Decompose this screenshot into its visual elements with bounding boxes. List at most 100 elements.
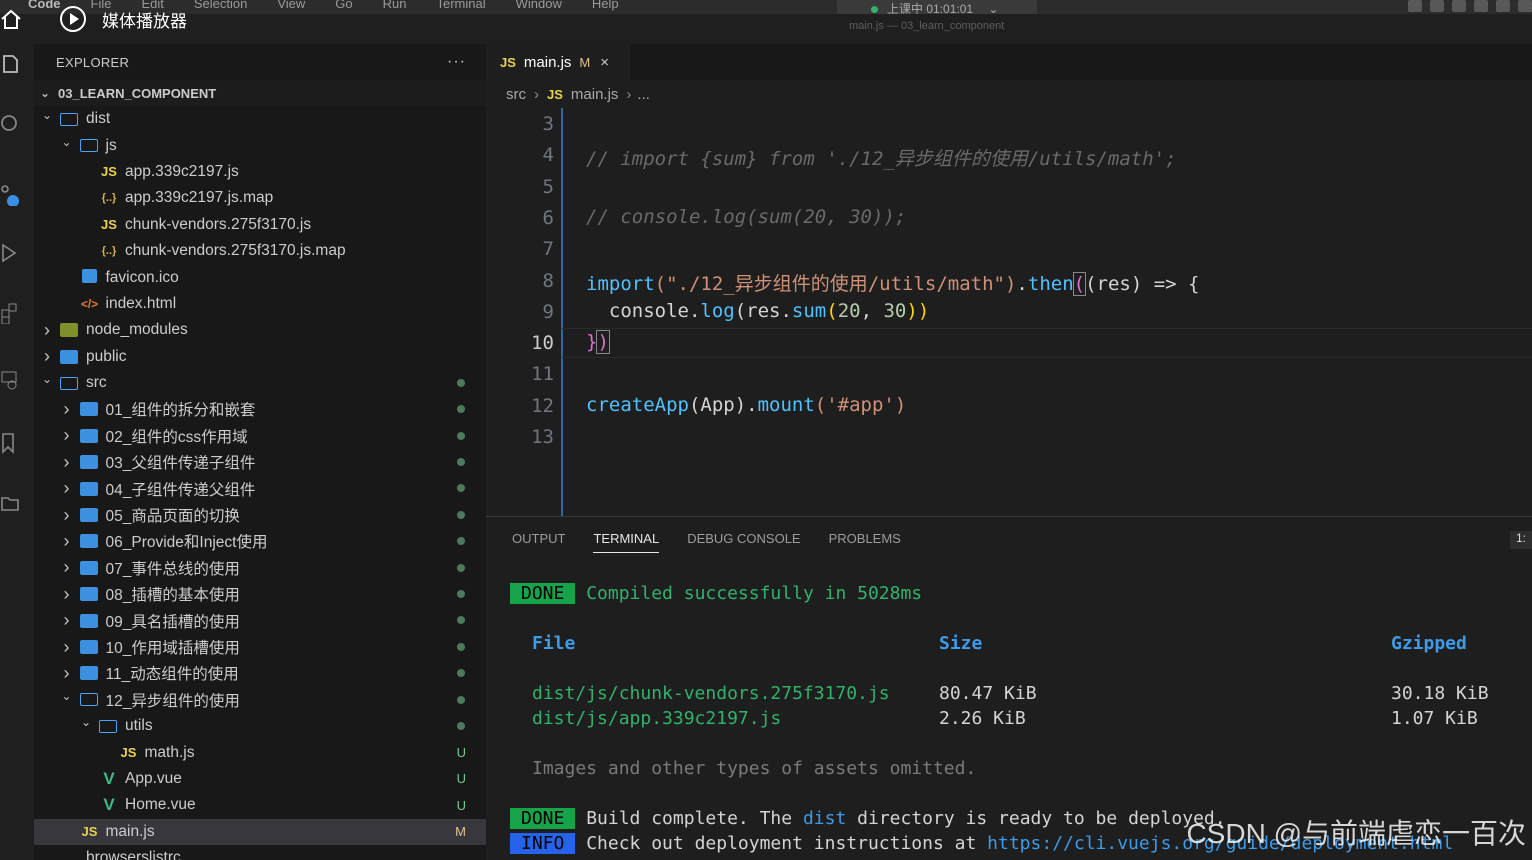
tree-item[interactable]: favicon.ico bbox=[34, 264, 486, 290]
tree-item[interactable]: </> index.html bbox=[34, 291, 486, 317]
menu-selection[interactable]: Selection bbox=[194, 0, 247, 11]
tree-item[interactable]: {..} app.339c2197.js.map bbox=[34, 185, 486, 211]
tree-item[interactable]: › 04_子组件传递父组件 bbox=[34, 475, 486, 501]
tree-item[interactable]: › public bbox=[34, 344, 486, 370]
home-icon[interactable] bbox=[0, 8, 22, 30]
search-icon[interactable] bbox=[0, 114, 22, 136]
build-text: directory is ready to be deployed. bbox=[846, 808, 1226, 829]
tab-main-js[interactable]: JS main.js M × bbox=[486, 44, 630, 80]
more-actions-icon[interactable]: ··· bbox=[447, 53, 466, 71]
js-file-icon: JS bbox=[547, 86, 563, 102]
column-header-file: File bbox=[532, 633, 576, 654]
code-editor[interactable]: 3 4 5 6 7 8 9 10 11 12 13 // import {sum} from './… bbox=[486, 108, 1532, 516]
code-line-8: import("./12_异步组件的使用/utils/math").then((… bbox=[586, 269, 1199, 296]
bookmark-icon[interactable] bbox=[0, 432, 22, 454]
tree-item[interactable]: JS app.339c2197.js bbox=[34, 159, 486, 185]
play-icon[interactable] bbox=[60, 6, 86, 32]
source-control-icon[interactable] bbox=[0, 184, 22, 206]
js-file-icon: JS bbox=[81, 824, 98, 840]
tree-item[interactable]: › 02_组件的css作用域 bbox=[34, 423, 486, 449]
tree-item[interactable]: {..} chunk-vendors.275f3170.js.map bbox=[34, 238, 486, 264]
git-status-badge: M bbox=[455, 824, 466, 840]
tree-item[interactable]: › 03_父组件传递子组件 bbox=[34, 449, 486, 475]
tree-item[interactable]: › 11_动态组件的使用 bbox=[34, 660, 486, 686]
tray-icon[interactable] bbox=[1430, 0, 1444, 12]
menu-run[interactable]: Run bbox=[383, 0, 407, 11]
tree-item-label: js bbox=[105, 136, 117, 154]
asset-gzipped: 30.18 KiB bbox=[1391, 683, 1489, 704]
tree-item[interactable]: ⌄ dist bbox=[34, 106, 486, 132]
code-bracket: )) bbox=[906, 300, 930, 322]
code-text: (App). bbox=[688, 394, 758, 416]
breadcrumb-more[interactable]: ... bbox=[637, 86, 650, 103]
tree-item[interactable]: › 10_作用域插槽使用 bbox=[34, 634, 486, 660]
chevron-right-icon: › bbox=[63, 636, 70, 657]
tree-item[interactable]: › 07_事件总线的使用 bbox=[34, 555, 486, 581]
terminal-line: DONE Compiled successfully in 5028ms bbox=[510, 583, 922, 604]
code-function: createApp bbox=[586, 394, 689, 416]
files-icon[interactable] bbox=[0, 52, 22, 74]
tab-output[interactable]: OUTPUT bbox=[512, 531, 565, 553]
close-icon[interactable]: × bbox=[600, 54, 609, 71]
activity-bar bbox=[0, 44, 34, 860]
tab-problems[interactable]: PROBLEMS bbox=[829, 531, 901, 553]
chevron-right-icon: › bbox=[626, 85, 632, 103]
tab-debug-console[interactable]: DEBUG CONSOLE bbox=[687, 531, 800, 553]
tree-item[interactable]: JS main.js M bbox=[34, 818, 486, 845]
breadcrumb-file[interactable]: main.js bbox=[571, 86, 619, 103]
folder-icon bbox=[79, 455, 98, 470]
menu-help[interactable]: Help bbox=[592, 0, 619, 11]
tree-item[interactable]: V Home.vue U bbox=[34, 792, 486, 818]
check-text: Check out deployment instructions at bbox=[586, 833, 988, 854]
media-player-overlay: 媒体播放器 bbox=[0, 4, 187, 34]
menu-go[interactable]: Go bbox=[335, 0, 352, 11]
tree-item[interactable]: › 01_组件的拆分和嵌套 bbox=[34, 396, 486, 422]
git-status-dot bbox=[457, 484, 465, 493]
tree-item[interactable]: ⌄ js bbox=[34, 132, 486, 158]
remote-explorer-icon[interactable] bbox=[0, 369, 22, 391]
tree-item[interactable]: › 09_具名插槽的使用 bbox=[34, 607, 486, 633]
tree-item[interactable]: V App.vue U bbox=[34, 766, 486, 792]
folder-icon bbox=[79, 534, 98, 549]
tray-icon[interactable] bbox=[1518, 0, 1532, 12]
git-status-dot bbox=[457, 405, 465, 414]
tree-item[interactable]: browserslistrc bbox=[34, 845, 486, 860]
tree-item[interactable]: › 08_插槽的基本使用 bbox=[34, 581, 486, 607]
tray-icon[interactable] bbox=[1474, 0, 1488, 12]
tree-item[interactable]: ⌄ 12_异步组件的使用 bbox=[34, 687, 486, 713]
git-status-dot bbox=[457, 537, 465, 546]
terminal-selector[interactable]: 1: bbox=[1510, 531, 1532, 549]
tree-item[interactable]: JS math.js U bbox=[34, 739, 486, 765]
tree-item-label: 10_作用域插槽使用 bbox=[105, 640, 240, 657]
tray-icon[interactable] bbox=[1408, 0, 1422, 12]
folder-icon[interactable] bbox=[0, 492, 22, 514]
menu-view[interactable]: View bbox=[277, 0, 305, 11]
tree-item[interactable]: › 05_商品页面的切换 bbox=[34, 502, 486, 528]
code-text: console. bbox=[586, 300, 701, 322]
tree-item[interactable]: › 06_Provide和Inject使用 bbox=[34, 528, 486, 554]
workspace-section[interactable]: ⌄ 03_LEARN_COMPONENT bbox=[34, 80, 486, 106]
breadcrumb-src[interactable]: src bbox=[506, 86, 526, 103]
code-line-6: // console.log(sum(20, 30)); bbox=[586, 206, 906, 228]
tree-item[interactable]: JS chunk-vendors.275f3170.js bbox=[34, 212, 486, 238]
tree-item-label: 03_父组件传递子组件 bbox=[105, 455, 256, 473]
code-punct: . bbox=[1016, 273, 1028, 295]
menu-terminal[interactable]: Terminal bbox=[437, 0, 486, 11]
tray-icon[interactable] bbox=[1452, 0, 1466, 12]
tree-item[interactable]: › node_modules bbox=[34, 317, 486, 343]
code-text: (res) => { bbox=[1085, 273, 1200, 295]
menu-window[interactable]: Window bbox=[516, 0, 562, 11]
tree-item[interactable]: ⌄ src bbox=[34, 370, 486, 396]
map-file-icon: {..} bbox=[101, 245, 117, 258]
tree-item[interactable]: ⌄ utils bbox=[34, 713, 486, 739]
tab-terminal[interactable]: TERMINAL bbox=[593, 531, 660, 553]
html-file-icon: </> bbox=[80, 296, 99, 311]
tray-icon[interactable] bbox=[1496, 0, 1510, 12]
recording-dot-icon bbox=[871, 6, 878, 13]
chevron-right-icon: › bbox=[63, 530, 70, 551]
tree-item-label: utils bbox=[125, 717, 153, 735]
explorer-title: EXPLORER bbox=[56, 54, 130, 70]
file-tree: ⌄ dist ⌄ js JS app.339c2197.js {..} app.339c219… bbox=[34, 106, 486, 860]
extensions-icon[interactable] bbox=[0, 302, 22, 324]
run-debug-icon[interactable] bbox=[0, 242, 22, 264]
